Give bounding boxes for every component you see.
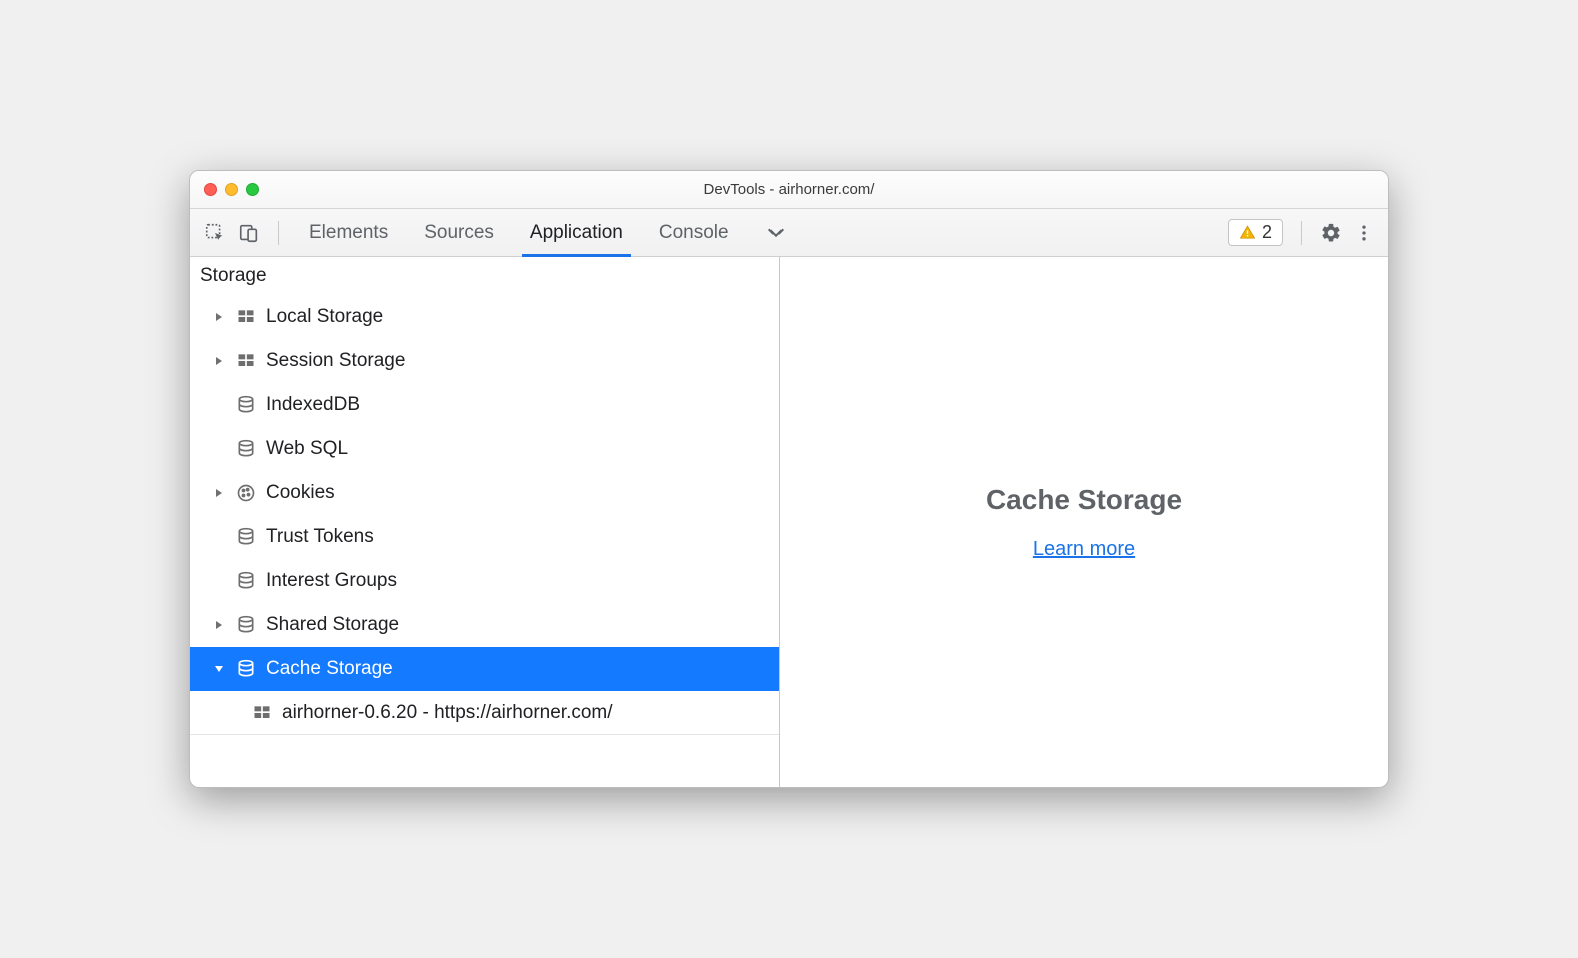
- cookie-icon: [234, 483, 258, 503]
- panel-tabs: Elements Sources Application Console: [309, 209, 787, 256]
- application-sidebar: Storage Local Storage Session Storage In…: [190, 257, 780, 787]
- divider: [1301, 221, 1302, 245]
- tab-application[interactable]: Application: [530, 209, 623, 256]
- tree-item-trust-tokens[interactable]: Trust Tokens: [190, 515, 779, 559]
- titlebar: DevTools - airhorner.com/: [190, 171, 1388, 209]
- tree-item-local-storage[interactable]: Local Storage: [190, 295, 779, 339]
- tree-item-shared-storage[interactable]: Shared Storage: [190, 603, 779, 647]
- db-icon: [234, 395, 258, 415]
- tree-item-label: Cookies: [266, 482, 335, 504]
- devtools-window: DevTools - airhorner.com/ Elements Sourc…: [189, 170, 1389, 788]
- tree-item-label: Trust Tokens: [266, 526, 374, 548]
- tree-item-label: Interest Groups: [266, 570, 397, 592]
- divider: [278, 221, 279, 245]
- traffic-lights: [190, 183, 259, 196]
- close-window-button[interactable]: [204, 183, 217, 196]
- db-icon: [234, 527, 258, 547]
- tab-console[interactable]: Console: [659, 209, 729, 256]
- device-toolbar-icon[interactable]: [238, 222, 260, 244]
- issues-badge[interactable]: 2: [1228, 219, 1283, 246]
- db-icon: [234, 571, 258, 591]
- disclosure-arrow-icon: [214, 356, 226, 366]
- cache-entry-label: airhorner-0.6.20 - https://airhorner.com…: [282, 702, 613, 724]
- grid-icon: [250, 703, 274, 723]
- minimize-window-button[interactable]: [225, 183, 238, 196]
- warning-icon: [1239, 224, 1256, 241]
- tree-item-label: Local Storage: [266, 306, 383, 328]
- sidebar-section-storage: Storage: [190, 257, 779, 295]
- devtools-toolbar: Elements Sources Application Console 2: [190, 209, 1388, 257]
- main-area: Storage Local Storage Session Storage In…: [190, 257, 1388, 787]
- content-pane: Cache Storage Learn more: [780, 257, 1388, 787]
- tree-item-cookies[interactable]: Cookies: [190, 471, 779, 515]
- tab-elements[interactable]: Elements: [309, 209, 388, 256]
- db-icon: [234, 439, 258, 459]
- storage-tree: Local Storage Session Storage IndexedDB …: [190, 295, 779, 735]
- db-icon: [234, 659, 258, 679]
- window-title: DevTools - airhorner.com/: [190, 181, 1388, 198]
- settings-icon[interactable]: [1320, 222, 1342, 244]
- tree-item-label: Web SQL: [266, 438, 348, 460]
- grid-icon: [234, 351, 258, 371]
- cache-entry[interactable]: airhorner-0.6.20 - https://airhorner.com…: [190, 691, 779, 735]
- issues-count: 2: [1262, 222, 1272, 243]
- zoom-window-button[interactable]: [246, 183, 259, 196]
- tree-item-web-sql[interactable]: Web SQL: [190, 427, 779, 471]
- tab-sources[interactable]: Sources: [424, 209, 494, 256]
- disclosure-arrow-icon: [214, 620, 226, 630]
- inspect-element-icon[interactable]: [204, 222, 226, 244]
- content-heading: Cache Storage: [986, 484, 1182, 516]
- disclosure-arrow-icon: [214, 488, 226, 498]
- learn-more-link[interactable]: Learn more: [1033, 538, 1135, 561]
- tree-item-indexeddb[interactable]: IndexedDB: [190, 383, 779, 427]
- disclosure-arrow-icon: [214, 664, 226, 674]
- db-icon: [234, 615, 258, 635]
- grid-icon: [234, 307, 258, 327]
- tree-item-label: IndexedDB: [266, 394, 360, 416]
- more-tabs-icon[interactable]: [765, 222, 787, 244]
- tree-item-session-storage[interactable]: Session Storage: [190, 339, 779, 383]
- tree-item-interest-groups[interactable]: Interest Groups: [190, 559, 779, 603]
- tree-item-label: Session Storage: [266, 350, 405, 372]
- tree-item-label: Cache Storage: [266, 658, 393, 680]
- tree-item-cache-storage[interactable]: Cache Storage: [190, 647, 779, 691]
- kebab-menu-icon[interactable]: [1354, 223, 1374, 243]
- disclosure-arrow-icon: [214, 312, 226, 322]
- tree-item-label: Shared Storage: [266, 614, 399, 636]
